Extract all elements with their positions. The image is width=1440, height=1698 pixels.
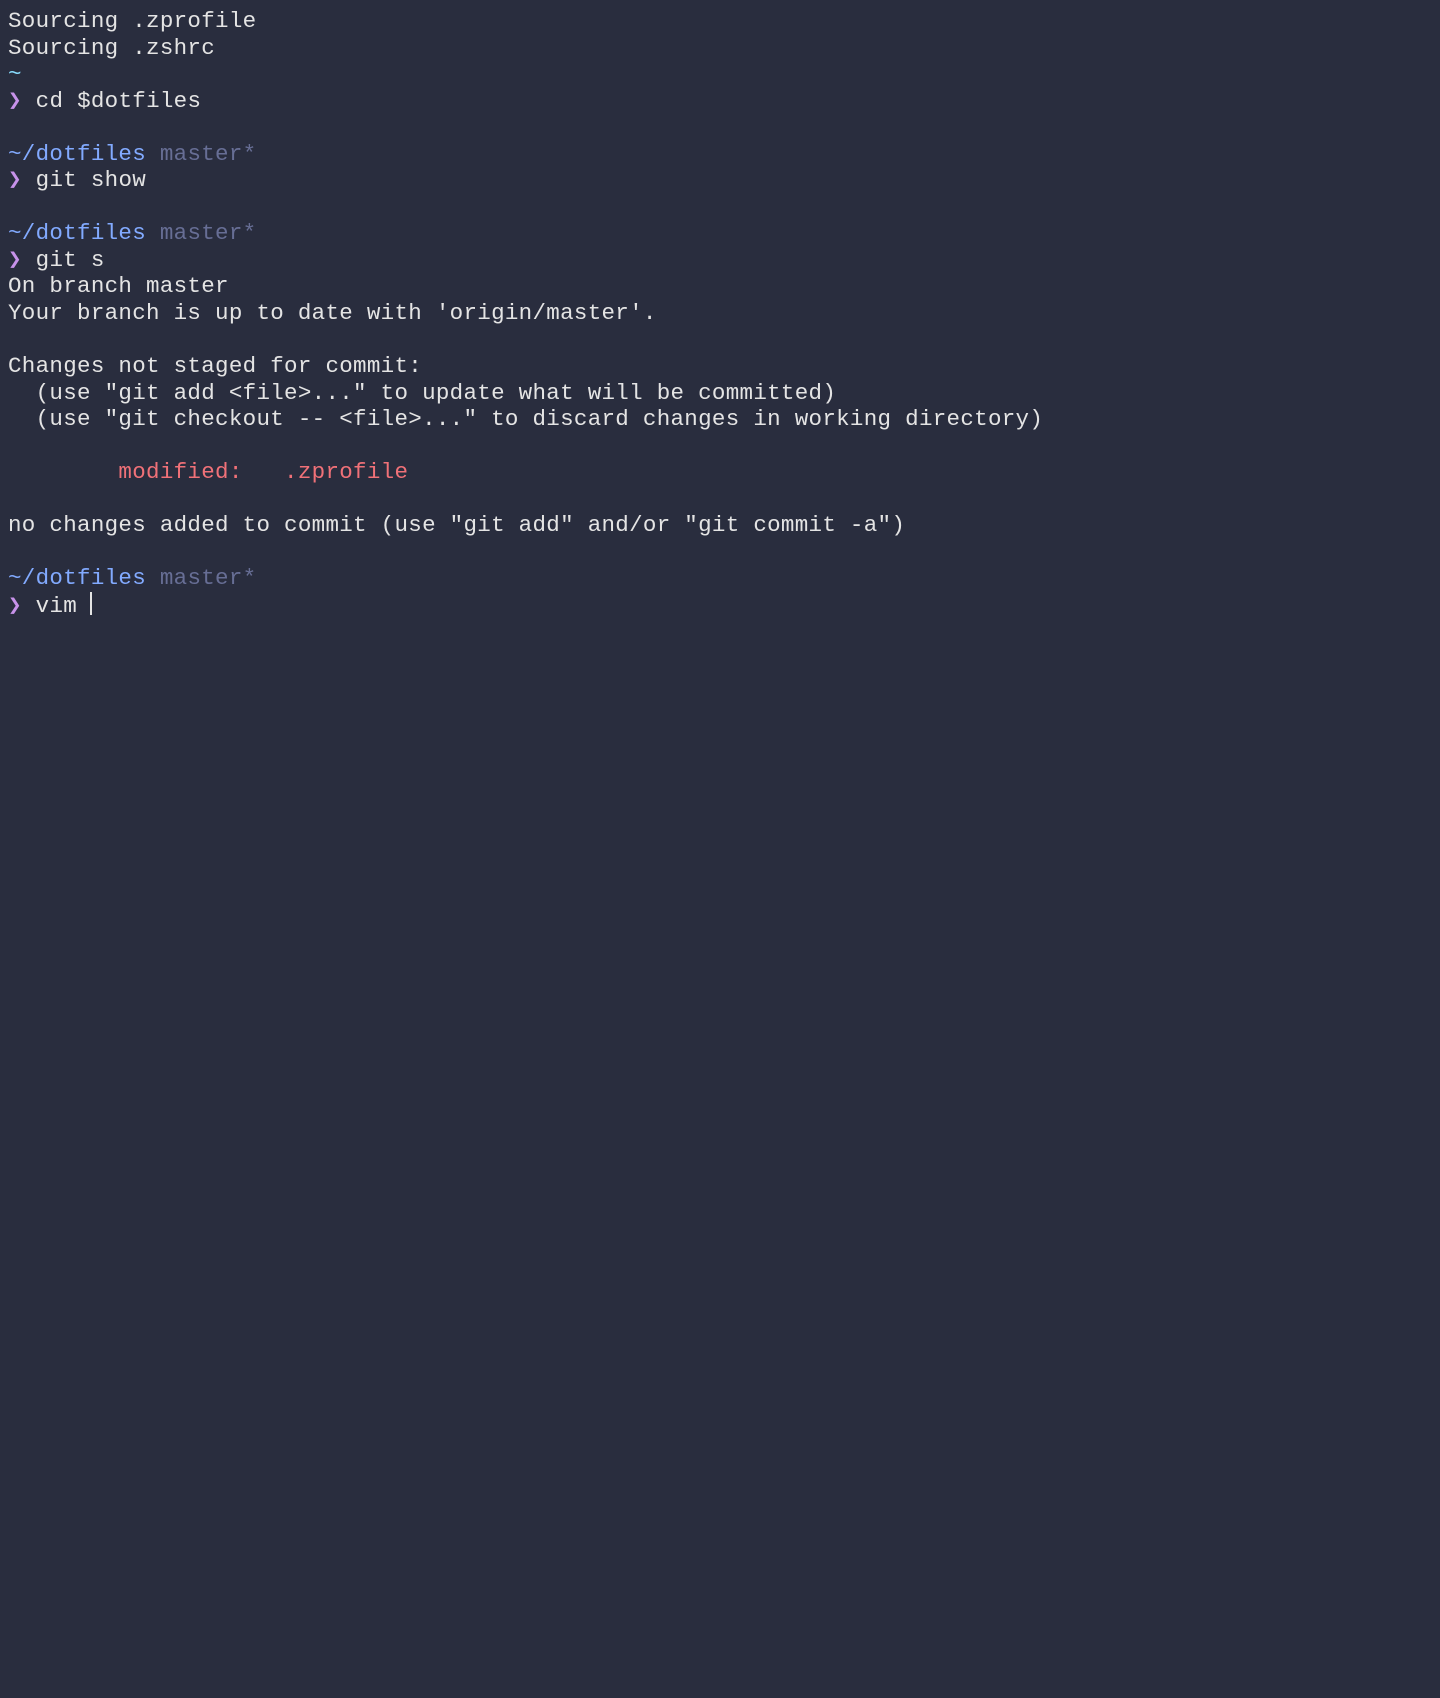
blank-line: [8, 486, 1432, 513]
prompt-path-line: ~/dotfiles master*: [8, 141, 1432, 168]
command-line-active[interactable]: ❯ vim: [8, 592, 1432, 620]
blank-line: [8, 114, 1432, 141]
sourcing-line: Sourcing .zshrc: [8, 35, 1432, 62]
prompt-char: ❯: [8, 167, 22, 193]
path-text: ~: [8, 61, 22, 87]
git-status-line: On branch master: [8, 273, 1432, 300]
command-line: ❯ git s: [8, 247, 1432, 274]
git-status-line: Changes not staged for commit:: [8, 353, 1432, 380]
path-text: ~/dotfiles: [8, 220, 146, 246]
branch-text: master*: [146, 141, 256, 167]
command-text: git s: [22, 247, 105, 273]
git-status-line: Your branch is up to date with 'origin/m…: [8, 300, 1432, 327]
blank-line: [8, 539, 1432, 566]
branch-text: master*: [146, 565, 256, 591]
command-text: vim: [22, 593, 91, 619]
blank-line: [8, 194, 1432, 221]
sourcing-line: Sourcing .zprofile: [8, 8, 1432, 35]
prompt-path-line: ~: [8, 61, 1432, 88]
git-status-hint: (use "git add <file>..." to update what …: [8, 380, 1432, 407]
branch-text: master*: [146, 220, 256, 246]
command-line: ❯ cd $dotfiles: [8, 88, 1432, 115]
terminal-output[interactable]: Sourcing .zprofile Sourcing .zshrc ~ ❯ c…: [8, 8, 1432, 620]
path-text: ~/dotfiles: [8, 565, 146, 591]
prompt-char: ❯: [8, 88, 22, 114]
command-text: git show: [22, 167, 146, 193]
git-modified-file: modified: .zprofile: [8, 459, 1432, 486]
prompt-path-line: ~/dotfiles master*: [8, 565, 1432, 592]
path-text: ~/dotfiles: [8, 141, 146, 167]
command-text: cd $dotfiles: [22, 88, 201, 114]
cursor-icon: [90, 592, 93, 615]
prompt-path-line: ~/dotfiles master*: [8, 220, 1432, 247]
command-line: ❯ git show: [8, 167, 1432, 194]
git-status-line: no changes added to commit (use "git add…: [8, 512, 1432, 539]
prompt-char: ❯: [8, 247, 22, 273]
blank-line: [8, 327, 1432, 354]
git-status-hint: (use "git checkout -- <file>..." to disc…: [8, 406, 1432, 433]
prompt-char: ❯: [8, 593, 22, 619]
blank-line: [8, 433, 1432, 460]
